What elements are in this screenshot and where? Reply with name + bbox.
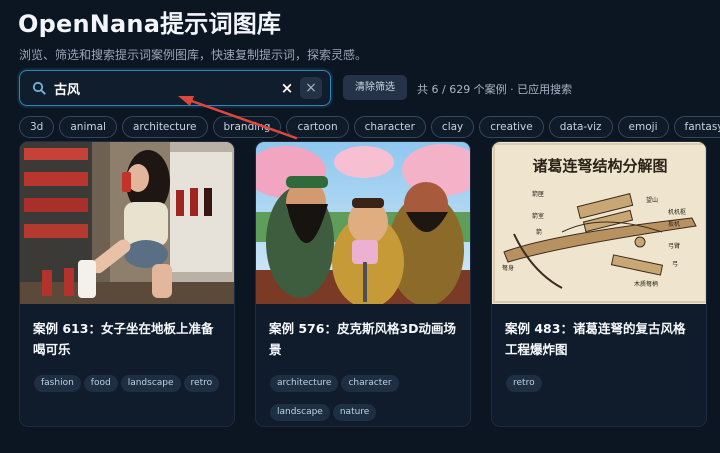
filter-chip[interactable]: emoji	[617, 116, 669, 138]
diagram-label: 机机枢	[668, 208, 686, 216]
filter-chip[interactable]: 3d	[19, 116, 55, 138]
filter-chip[interactable]: creative	[479, 116, 544, 138]
case-tag[interactable]: landscape	[270, 404, 330, 421]
case-title[interactable]: 案例 613：女子坐在地板上准备喝可乐	[33, 318, 223, 360]
case-thumbnail-image[interactable]	[20, 142, 235, 304]
search-icon	[32, 81, 46, 95]
reset-filters-button[interactable]: 清除筛选	[343, 75, 407, 100]
case-title[interactable]: 案例 576：皮克斯风格3D动画场景	[269, 318, 459, 360]
filter-chip[interactable]: character	[353, 116, 426, 138]
clear-search-button[interactable]: ×	[300, 77, 322, 99]
filter-chip[interactable]: data-viz	[548, 116, 613, 138]
diagram-label: 弓	[672, 261, 678, 268]
diagram-label: 木质弩柄	[634, 280, 658, 288]
search-box[interactable]: × ×	[19, 70, 331, 106]
case-tag[interactable]: character	[341, 375, 399, 392]
diagram-label: 弩身	[502, 264, 514, 272]
case-thumbnail-image[interactable]: 诸葛连弩结构分解图 箭匣 箭室 箭 弩身 望山 机机枢 扳机 弓臂 弓 木质弩柄	[492, 142, 707, 304]
page-subtitle: 浏览、筛选和搜索提示词案例图库，快速复制提示词，探索灵感。	[19, 48, 368, 62]
page-title: OpenNana提示词图库	[18, 10, 282, 38]
filter-chip[interactable]: fantasy	[673, 116, 720, 138]
diagram-label: 箭匣	[532, 190, 544, 198]
case-title[interactable]: 案例 483：诸葛连弩的复古风格工程爆炸图	[505, 318, 695, 360]
diagram-label: 扳机	[668, 220, 680, 228]
filter-chip[interactable]: branding	[212, 116, 282, 138]
filter-chip[interactable]: clay	[430, 116, 475, 138]
case-tag[interactable]: retro	[183, 375, 220, 392]
case-tags: retro	[506, 370, 696, 399]
case-tag[interactable]: food	[83, 375, 118, 392]
case-tag[interactable]: nature	[332, 404, 377, 421]
diagram-label: 箭室	[532, 212, 544, 220]
clear-text-icon[interactable]: ×	[278, 79, 296, 97]
diagram-label: 望山	[646, 196, 658, 204]
case-card[interactable]: 案例 576：皮克斯风格3D动画场景 architecture character…	[255, 141, 471, 427]
case-card[interactable]: 诸葛连弩结构分解图 箭匣 箭室 箭 弩身 望山 机机枢 扳机 弓臂 弓 木质弩柄…	[491, 141, 707, 427]
case-tag[interactable]: fashion	[34, 375, 81, 392]
case-card[interactable]: 案例 613：女子坐在地板上准备喝可乐 fashion food landscape…	[19, 141, 235, 427]
case-thumbnail-image[interactable]	[256, 142, 471, 304]
result-count: 共 6 / 629 个案例 · 已应用搜索	[417, 83, 573, 96]
case-tag[interactable]: landscape	[120, 375, 181, 392]
diagram-label: 箭	[536, 228, 542, 236]
case-tags: architecture character landscape nature	[270, 370, 460, 426]
search-input[interactable]	[54, 78, 284, 98]
case-tag[interactable]: retro	[506, 375, 542, 392]
diagram-label: 弓臂	[668, 242, 680, 250]
filter-tag-bar: 3d animal architecture branding cartoon chara…	[19, 116, 720, 138]
filter-chip[interactable]: cartoon	[286, 116, 349, 138]
case-tags: fashion food landscape retro	[34, 370, 224, 399]
diagram-title: 诸葛连弩结构分解图	[532, 157, 667, 175]
case-tag[interactable]: architecture	[270, 375, 339, 392]
filter-chip[interactable]: animal	[59, 116, 117, 138]
filter-chip[interactable]: architecture	[121, 116, 208, 138]
